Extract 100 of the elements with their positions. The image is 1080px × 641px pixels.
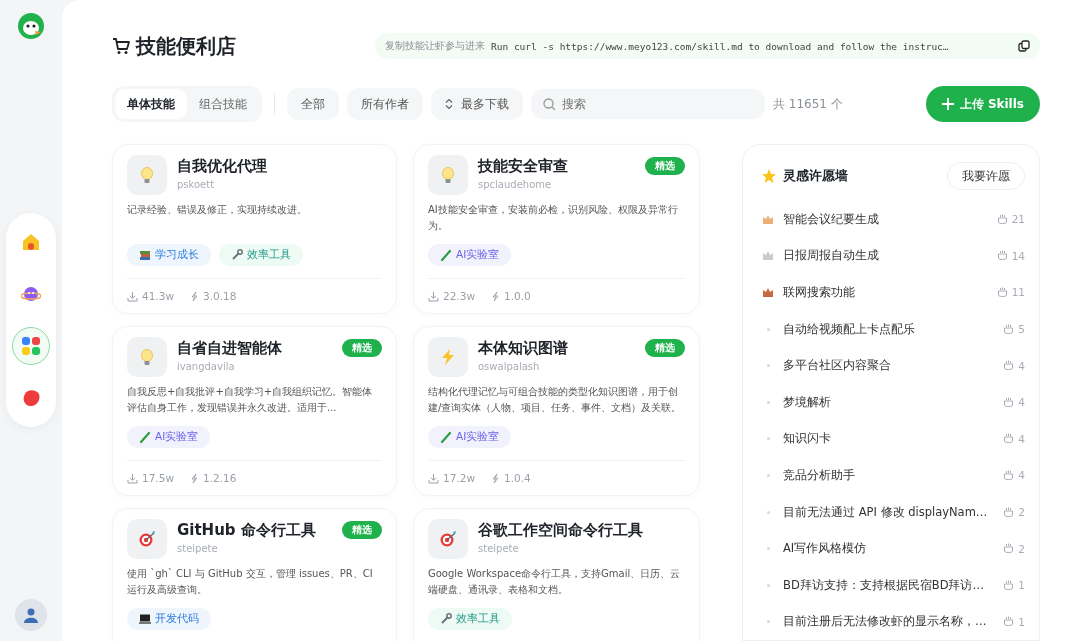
vote-count: 2 (995, 542, 1025, 555)
wish-title: AI写作风格模仿 (783, 541, 868, 557)
user-avatar[interactable] (15, 599, 47, 631)
crown-icon (762, 250, 774, 262)
vote-count: 4 (995, 396, 1025, 409)
search-field[interactable]: 搜索 (531, 89, 765, 119)
filter-button[interactable]: 全部 (287, 88, 339, 120)
wrench-icon (231, 249, 243, 261)
skill-card[interactable]: GitHub 命令行工具 steipete 精选 使用 `gh` CLI 与 GitHub 交互，管理 issues、PR、CI 运行及高级查询。 开发代码 (112, 508, 397, 641)
skill-author: spclaudehome (478, 179, 553, 190)
vote-count: 4 (995, 469, 1025, 482)
cup-icon (1003, 469, 1015, 481)
wish-title: BD拜访支持：支持根据民宿BD拜访… (783, 577, 985, 593)
wish-item[interactable]: 目前无法通过 API 修改 displayNam… 2 (761, 493, 1025, 531)
cup-icon (996, 250, 1008, 262)
cart-icon (112, 37, 130, 55)
bullet-dot (766, 437, 770, 441)
house-icon (21, 231, 41, 252)
wish-item[interactable]: 知识闪卡 4 (761, 420, 1025, 458)
wish-title: 多平台社区内容聚合 (783, 358, 892, 374)
wish-item[interactable]: 联网搜索功能 11 (761, 274, 1025, 311)
cup-icon (1003, 616, 1015, 628)
filter-button[interactable]: 所有作者 (347, 88, 423, 120)
vote-count: 4 (995, 359, 1025, 372)
logo-icon[interactable] (17, 12, 45, 40)
person-icon (23, 607, 39, 623)
skill-title: 技能安全审查 (478, 157, 569, 176)
skill-card[interactable]: 自省自进智能体 ivangdavila 精选 自我反思+自我批评+自我学习+自我组织记忆。智能体评估自身工作，发现错误并永久改进。适用于... AI实验室 17.5w 1.2.16 (112, 326, 397, 496)
light-bulb-icon (439, 166, 457, 184)
copy-icon[interactable] (1018, 40, 1030, 52)
wish-item[interactable]: 梦境解析 4 (761, 383, 1025, 421)
category-tag[interactable]: 开发代码 (127, 608, 211, 630)
vote-count: 1 (995, 615, 1025, 628)
apps-icon (21, 335, 41, 356)
crown-icon (762, 287, 774, 298)
vote-count: 21 (995, 213, 1025, 226)
wish-title: 目前无法通过 API 修改 displayNam… (783, 504, 987, 520)
bullet-dot (766, 620, 770, 624)
cup-icon (1003, 396, 1015, 408)
wish-title: 梦境解析 (783, 394, 832, 410)
cup-icon (1003, 433, 1015, 445)
category-tag[interactable]: AI实验室 (428, 244, 512, 266)
wish-title: 智能会议纪要生成 (783, 211, 880, 227)
wish-item[interactable]: 日报周报自动生成 14 (761, 237, 1025, 275)
lightning-icon (439, 348, 457, 366)
vote-count: 1 (995, 579, 1025, 592)
bullet-dot (766, 583, 770, 587)
download-count: 41.3w (127, 290, 174, 302)
skill-description: 自我反思+自我批评+自我学习+自我组织记忆。智能体评估自身工作，发现错误并永久改进。适用于... (127, 385, 374, 415)
copy-command-bar[interactable]: 复制技能让虾参与进来 Run curl -s https://www.meyo123.com/skill.md to download and follow the instruc… (375, 33, 1040, 59)
wish-item[interactable]: 自动给视频配上卡点配乐 5 (761, 310, 1025, 348)
featured-badge: 精选 (342, 339, 382, 357)
target-icon (439, 530, 457, 548)
vote-count: 2 (995, 506, 1025, 519)
bullet-dot (766, 400, 770, 404)
category-tag[interactable]: AI实验室 (127, 426, 211, 448)
skill-title: 自省自进智能体 (177, 339, 283, 358)
wish-item[interactable]: AI写作风格模仿 2 (761, 530, 1025, 567)
tab[interactable]: 单体技能 (115, 89, 187, 119)
category-tag[interactable]: 学习成长 (127, 244, 211, 266)
wish-item[interactable]: BD拜访支持：支持根据民宿BD拜访… 1 (761, 566, 1025, 604)
skill-description: Google Workspace命令行工具，支持Gmail、日历、云端硬盘、通讯录、表格和文档。 (428, 567, 682, 597)
test-tube-icon (139, 431, 151, 443)
vote-count: 14 (995, 249, 1025, 262)
wish-item[interactable]: 目前注册后无法修改虾的显示名称，… 1 (761, 603, 1025, 640)
command-text: Run curl -s https://www.meyo123.com/skill.md to download and follow the instruc… (491, 40, 949, 52)
plus-icon (941, 98, 954, 110)
make-wish-button[interactable]: 我要许愿 (947, 162, 1025, 190)
wish-item[interactable]: 多平台社区内容聚合 4 (761, 347, 1025, 384)
sort-button[interactable]: 最多下载 (431, 88, 523, 120)
category-tag[interactable]: AI实验室 (428, 426, 512, 448)
skill-card[interactable]: 谷歌工作空间命令行工具 steipete Google Workspace命令行工具，支持Gmail、日历、云端硬盘、通讯录、表格和文档。 效率工具 (413, 508, 700, 641)
wrench-icon (440, 613, 452, 625)
skill-card[interactable]: 本体知识图谱 oswalpalash 精选 结构化代理记忆与可组合技能的类型化知识图谱，用于创建/查询实体（人物、项目、任务、事件、文档）及关联。 AI实验室 17.2w 1.0.4 (413, 326, 700, 496)
download-icon (127, 290, 138, 302)
wish-item[interactable]: 竞品分析助手 4 (761, 457, 1025, 494)
featured-badge: 精选 (342, 521, 382, 539)
skill-author: oswalpalash (478, 361, 541, 372)
result-count: 共 11651 个 (773, 95, 843, 113)
featured-badge: 精选 (645, 157, 685, 175)
vote-count: 5 (995, 323, 1025, 336)
skill-author: steipete (478, 543, 520, 554)
star-icon (761, 168, 777, 184)
download-count: 22.3w (428, 290, 475, 302)
panel-title: 灵感许愿墙 (783, 167, 848, 185)
cup-icon (996, 213, 1008, 225)
skill-title: GitHub 命令行工具 (177, 521, 317, 540)
version-number: 1.0.4 (490, 472, 531, 484)
tab[interactable]: 组合技能 (187, 89, 259, 119)
bullet-dot (766, 327, 770, 331)
bullet-dot (766, 510, 770, 514)
nav-button[interactable] (12, 326, 50, 365)
skill-card[interactable]: 技能安全审查 spclaudehome 精选 AI技能安全审查，安装前必检，识别风险、权限及异常行为。 AI实验室 22.3w 1.0.0 (413, 144, 700, 314)
cup-icon (1003, 543, 1015, 555)
laptop-icon (139, 613, 151, 625)
skill-card[interactable]: 自我优化代理 pskoett 记录经验、错误及修正，实现持续改进。 学习成长 效率工具 41.3w 3.0.18 (112, 144, 397, 314)
download-icon (428, 290, 439, 302)
wish-title: 目前注册后无法修改虾的显示名称，… (783, 614, 987, 630)
wish-item[interactable]: 智能会议纪要生成 21 (761, 201, 1025, 238)
download-count: 17.2w (428, 472, 475, 484)
